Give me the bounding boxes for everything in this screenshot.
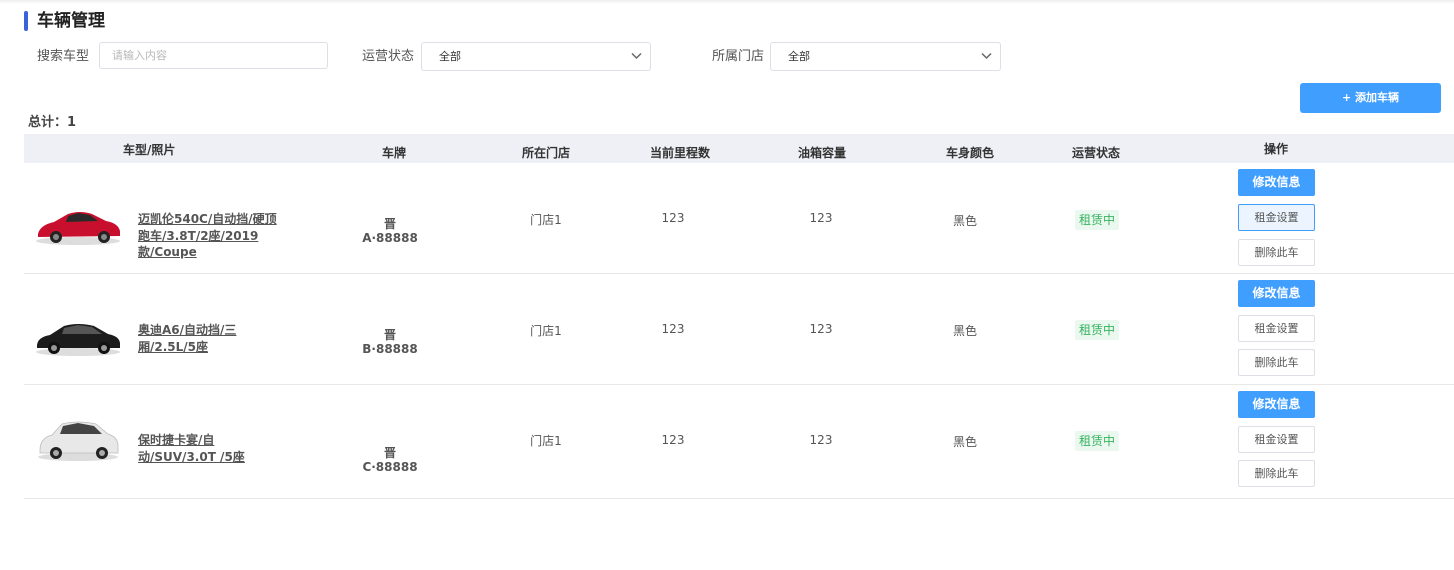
search-label: 搜索车型	[37, 49, 90, 64]
edit-info-button[interactable]: 修改信息	[1238, 169, 1315, 196]
chevron-down-icon	[631, 52, 642, 60]
mileage-cell: 123	[661, 322, 685, 336]
table-row: 保时捷卡宴/自动/SUV/3.0T /5座 晋C·88888 门店1 123 1…	[24, 384, 1454, 499]
chevron-down-icon	[981, 52, 992, 60]
car-photo	[38, 421, 119, 461]
header-plate: 车牌	[382, 146, 407, 160]
header-color: 车身颜色	[946, 146, 995, 160]
color-cell: 黑色	[952, 324, 977, 338]
search-input[interactable]	[99, 42, 328, 69]
edit-info-button[interactable]: 修改信息	[1238, 280, 1315, 307]
status-badge: 租赁中	[1075, 320, 1120, 340]
status-badge: 租赁中	[1075, 431, 1120, 451]
delete-vehicle-button[interactable]: 删除此车	[1238, 239, 1315, 266]
store-filter-label: 所属门店	[712, 49, 765, 64]
store-select-value: 全部	[788, 50, 810, 63]
mileage-cell: 123	[661, 211, 685, 225]
header-actions: 操作	[1264, 142, 1289, 156]
table-row: 奥迪A6/自动挡/三厢/2.5L/5座 晋B·88888 门店1 123 123…	[24, 274, 1454, 385]
color-cell: 黑色	[952, 435, 977, 449]
header-model: 车型/照片	[123, 143, 176, 157]
rent-settings-button[interactable]: 租金设置	[1238, 204, 1315, 231]
edit-info-button[interactable]: 修改信息	[1238, 391, 1315, 418]
total-count: 总计：1	[28, 115, 77, 130]
car-photo	[36, 212, 120, 245]
store-cell: 门店1	[530, 324, 562, 338]
table-row: 迈凯伦540C/自动挡/硬顶跑车/3.8T/2座/2019款/Coupe 晋A·…	[24, 163, 1454, 274]
delete-vehicle-button[interactable]: 删除此车	[1238, 349, 1315, 376]
plate-cell: 晋C·88888	[362, 446, 418, 474]
rent-settings-button[interactable]: 租金设置	[1238, 315, 1315, 342]
color-cell: 黑色	[952, 214, 977, 228]
rent-settings-button[interactable]: 租金设置	[1238, 426, 1315, 453]
plate-cell: 晋A·88888	[362, 217, 418, 245]
delete-vehicle-button[interactable]: 删除此车	[1238, 460, 1315, 487]
tank-cell: 123	[809, 211, 833, 225]
table-header: 车型/照片 车牌 所在门店 当前里程数 油箱容量 车身颜色 运营状态 操作	[24, 134, 1454, 163]
model-link[interactable]: 迈凯伦540C/自动挡/硬顶跑车/3.8T/2座/2019款/Coupe	[138, 211, 288, 261]
status-select-value: 全部	[439, 50, 461, 63]
header-store: 所在门店	[522, 146, 571, 160]
model-link[interactable]: 奥迪A6/自动挡/三厢/2.5L/5座	[138, 322, 288, 355]
store-select[interactable]: 全部	[770, 42, 1001, 71]
status-select[interactable]: 全部	[421, 42, 651, 71]
add-vehicle-button[interactable]: + 添加车辆	[1300, 83, 1441, 113]
car-photo	[36, 324, 120, 356]
header-tank: 油箱容量	[798, 146, 847, 160]
title-accent-bar	[24, 11, 28, 31]
top-shadow	[0, 0, 1454, 4]
model-link[interactable]: 保时捷卡宴/自动/SUV/3.0T /5座	[138, 432, 288, 465]
store-cell: 门店1	[530, 434, 562, 448]
tank-cell: 123	[809, 433, 833, 447]
tank-cell: 123	[809, 322, 833, 336]
store-cell: 门店1	[530, 213, 562, 227]
mileage-cell: 123	[661, 433, 685, 447]
status-badge: 租赁中	[1075, 210, 1120, 230]
header-mileage: 当前里程数	[650, 146, 711, 160]
plate-cell: 晋B·88888	[362, 328, 418, 356]
page-title: 车辆管理	[37, 11, 105, 31]
header-status: 运营状态	[1072, 146, 1121, 160]
status-filter-label: 运营状态	[362, 49, 415, 64]
